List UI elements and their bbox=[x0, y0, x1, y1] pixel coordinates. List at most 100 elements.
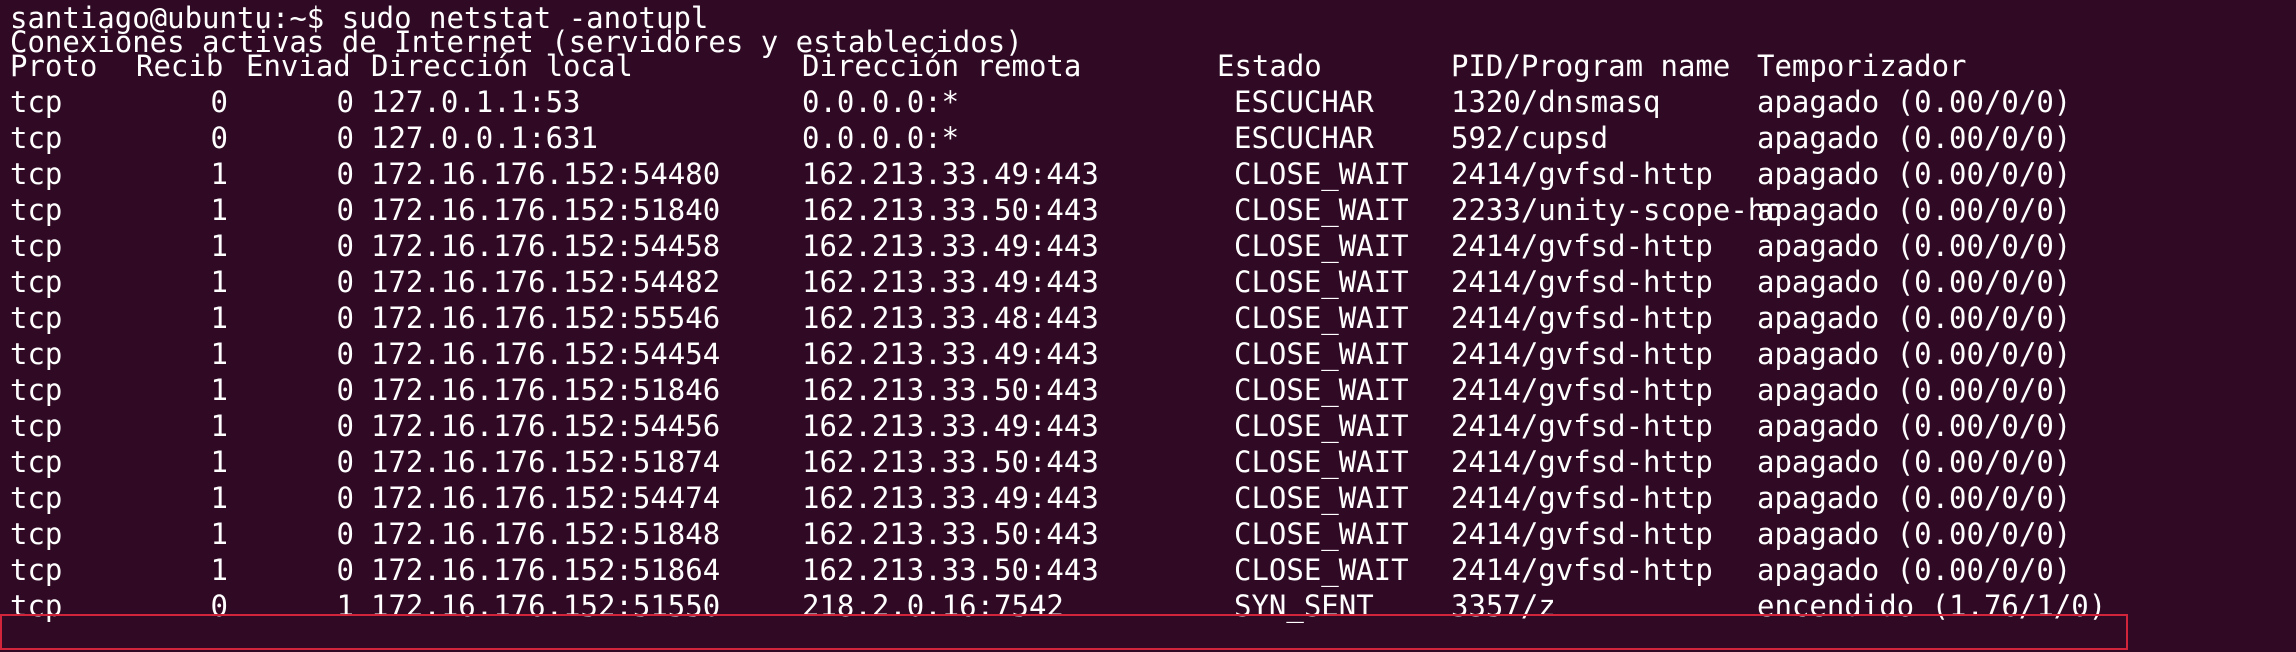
cell-state: CLOSE_WAIT bbox=[1234, 157, 1409, 191]
cell-pid: 2414/gvfsd-http bbox=[1451, 445, 1713, 479]
cell-local: 127.0.1.1:53 bbox=[371, 85, 581, 119]
column-header-row: Proto Recib Enviad Dirección local Direc… bbox=[0, 48, 2296, 84]
cell-local: 172.16.176.152:51848 bbox=[371, 517, 721, 551]
cell-state: CLOSE_WAIT bbox=[1234, 517, 1409, 551]
cell-remote: 162.213.33.50:443 bbox=[802, 517, 1099, 551]
cell-pid: 2414/gvfsd-http bbox=[1451, 265, 1713, 299]
cell-remote: 162.213.33.50:443 bbox=[802, 373, 1099, 407]
cell-pid: 2414/gvfsd-http bbox=[1451, 409, 1713, 443]
cell-proto: tcp bbox=[10, 481, 63, 515]
cell-timer: apagado (0.00/0/0) bbox=[1757, 121, 2072, 155]
cell-pid: 2414/gvfsd-http bbox=[1451, 157, 1713, 191]
column-header-enviad: Enviad bbox=[246, 49, 351, 83]
cell-enviad: 0 bbox=[336, 265, 354, 299]
column-header-pid: PID/Program name bbox=[1451, 49, 1731, 83]
cell-proto: tcp bbox=[10, 157, 63, 191]
column-header-recib: Recib bbox=[136, 49, 224, 83]
cell-remote: 162.213.33.50:443 bbox=[802, 553, 1099, 587]
table-row: tcp 1 0 172.16.176.152:51848 162.213.33.50:4… bbox=[0, 516, 2296, 552]
cell-state: CLOSE_WAIT bbox=[1234, 265, 1409, 299]
cell-proto: tcp bbox=[10, 517, 63, 551]
cell-state: CLOSE_WAIT bbox=[1234, 553, 1409, 587]
cell-proto: tcp bbox=[10, 373, 63, 407]
cell-recib: 1 bbox=[210, 157, 228, 191]
cell-local: 172.16.176.152:55546 bbox=[371, 301, 721, 335]
cell-proto: tcp bbox=[10, 85, 63, 119]
table-row: tcp 1 0 172.16.176.152:54482 162.213.33.49:4… bbox=[0, 264, 2296, 300]
cell-state: ESCUCHAR bbox=[1234, 85, 1374, 119]
cell-timer: apagado (0.00/0/0) bbox=[1757, 193, 2072, 227]
cell-remote: 0.0.0.0:* bbox=[802, 85, 960, 119]
highlight-box bbox=[0, 614, 2128, 650]
cell-timer: apagado (0.00/0/0) bbox=[1757, 265, 2072, 299]
cell-local: 172.16.176.152:54454 bbox=[371, 337, 721, 371]
column-header-proto: Proto bbox=[10, 49, 98, 83]
cell-enviad: 0 bbox=[336, 193, 354, 227]
cell-local: 172.16.176.152:54458 bbox=[371, 229, 721, 263]
cell-timer: apagado (0.00/0/0) bbox=[1757, 229, 2072, 263]
cell-remote: 162.213.33.48:443 bbox=[802, 301, 1099, 335]
cell-remote: 162.213.33.49:443 bbox=[802, 481, 1099, 515]
cell-timer: apagado (0.00/0/0) bbox=[1757, 517, 2072, 551]
cell-enviad: 0 bbox=[336, 553, 354, 587]
cell-pid: 2414/gvfsd-http bbox=[1451, 553, 1713, 587]
table-row: tcp 1 0 172.16.176.152:51846 162.213.33.50:4… bbox=[0, 372, 2296, 408]
column-header-timer: Temporizador bbox=[1757, 49, 1967, 83]
cell-recib: 1 bbox=[210, 481, 228, 515]
cell-timer: apagado (0.00/0/0) bbox=[1757, 373, 2072, 407]
cell-recib: 1 bbox=[210, 193, 228, 227]
cell-enviad: 0 bbox=[336, 445, 354, 479]
cell-remote: 162.213.33.50:443 bbox=[802, 193, 1099, 227]
cell-recib: 1 bbox=[210, 409, 228, 443]
column-header-remote: Dirección remota bbox=[802, 49, 1082, 83]
table-row: tcp 1 0 172.16.176.152:51840 162.213.33.50:4… bbox=[0, 192, 2296, 228]
cell-proto: tcp bbox=[10, 121, 63, 155]
cell-recib: 0 bbox=[210, 121, 228, 155]
cell-enviad: 0 bbox=[336, 373, 354, 407]
table-row: tcp 1 0 172.16.176.152:54454 162.213.33.49:4… bbox=[0, 336, 2296, 372]
cell-state: CLOSE_WAIT bbox=[1234, 481, 1409, 515]
cell-recib: 1 bbox=[210, 445, 228, 479]
cell-enviad: 0 bbox=[336, 337, 354, 371]
cell-local: 127.0.0.1:631 bbox=[371, 121, 598, 155]
table-row: tcp 1 0 172.16.176.152:54456 162.213.33.49:4… bbox=[0, 408, 2296, 444]
table-row: tcp 1 0 172.16.176.152:54480 162.213.33.49:4… bbox=[0, 156, 2296, 192]
cell-timer: apagado (0.00/0/0) bbox=[1757, 301, 2072, 335]
cell-enviad: 0 bbox=[336, 409, 354, 443]
cell-pid: 2414/gvfsd-http bbox=[1451, 517, 1713, 551]
cell-remote: 162.213.33.49:443 bbox=[802, 157, 1099, 191]
cell-local: 172.16.176.152:51840 bbox=[371, 193, 721, 227]
cell-pid: 2414/gvfsd-http bbox=[1451, 229, 1713, 263]
cell-local: 172.16.176.152:54482 bbox=[371, 265, 721, 299]
cell-pid: 2414/gvfsd-http bbox=[1451, 337, 1713, 371]
cell-local: 172.16.176.152:54474 bbox=[371, 481, 721, 515]
cell-state: CLOSE_WAIT bbox=[1234, 409, 1409, 443]
table-row: tcp 1 0 172.16.176.152:51874 162.213.33.50:4… bbox=[0, 444, 2296, 480]
cell-remote: 162.213.33.49:443 bbox=[802, 265, 1099, 299]
cell-timer: apagado (0.00/0/0) bbox=[1757, 409, 2072, 443]
cell-pid: 1320/dnsmasq bbox=[1451, 85, 1661, 119]
table-row: tcp 1 0 172.16.176.152:54458 162.213.33.49:4… bbox=[0, 228, 2296, 264]
terminal-window[interactable]: santiago@ubuntu:~$ sudo netstat -anotupl… bbox=[0, 0, 2296, 652]
cell-local: 172.16.176.152:51846 bbox=[371, 373, 721, 407]
cell-state: CLOSE_WAIT bbox=[1234, 301, 1409, 335]
column-header-state: Estado bbox=[1217, 49, 1322, 83]
cell-enviad: 0 bbox=[336, 85, 354, 119]
cell-proto: tcp bbox=[10, 229, 63, 263]
cell-remote: 162.213.33.50:443 bbox=[802, 445, 1099, 479]
cell-recib: 1 bbox=[210, 373, 228, 407]
table-row: tcp 0 0 127.0.0.1:631 0.0.0.0:* ESCUCHAR 592/c… bbox=[0, 120, 2296, 156]
cell-proto: tcp bbox=[10, 409, 63, 443]
cell-state: CLOSE_WAIT bbox=[1234, 229, 1409, 263]
cell-enviad: 0 bbox=[336, 229, 354, 263]
cell-proto: tcp bbox=[10, 265, 63, 299]
cell-state: CLOSE_WAIT bbox=[1234, 337, 1409, 371]
cell-enviad: 0 bbox=[336, 517, 354, 551]
cell-pid: 2414/gvfsd-http bbox=[1451, 301, 1713, 335]
cell-proto: tcp bbox=[10, 553, 63, 587]
cell-remote: 162.213.33.49:443 bbox=[802, 409, 1099, 443]
cell-proto: tcp bbox=[10, 301, 63, 335]
cell-remote: 0.0.0.0:* bbox=[802, 121, 960, 155]
cell-pid: 592/cupsd bbox=[1451, 121, 1609, 155]
cell-recib: 1 bbox=[210, 265, 228, 299]
